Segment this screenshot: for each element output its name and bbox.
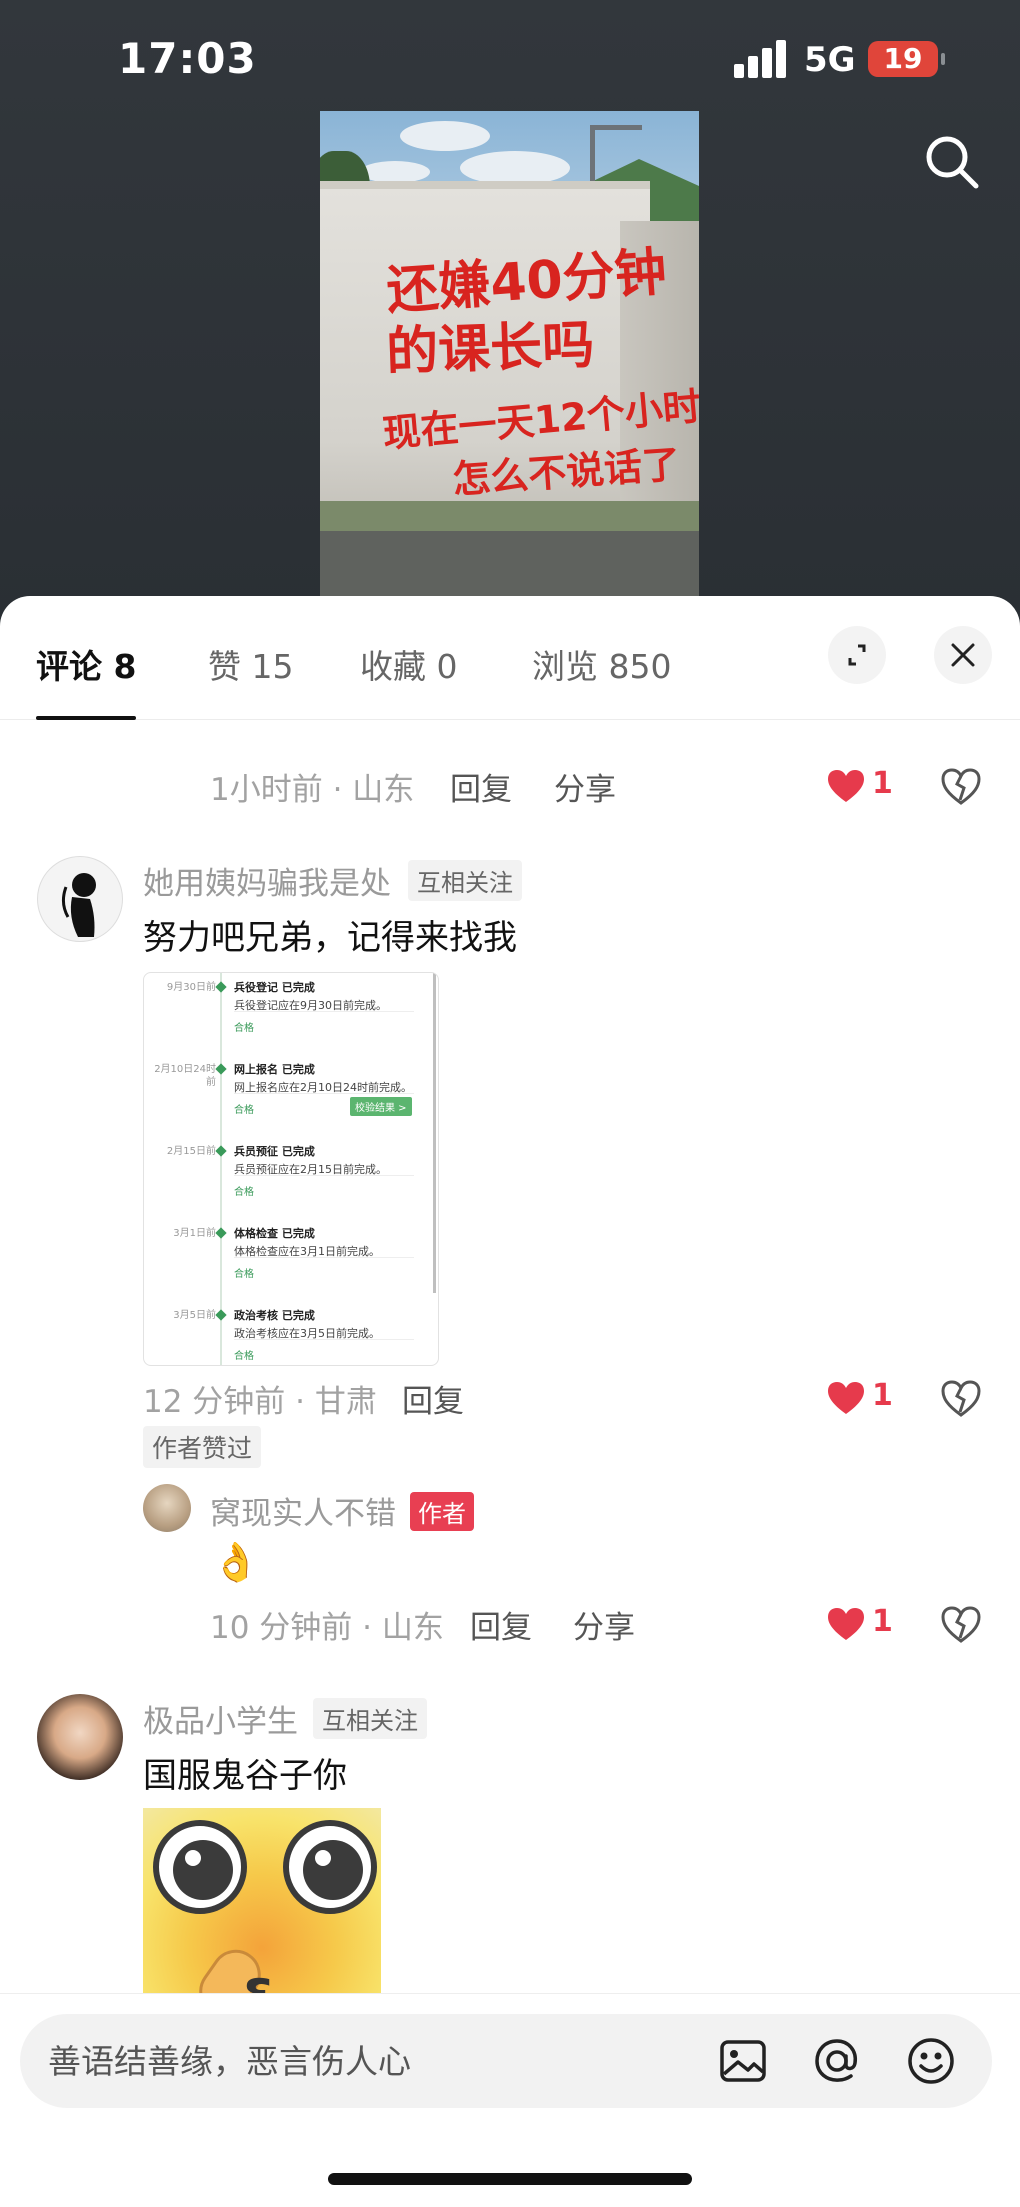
search-icon[interactable] [922, 132, 982, 192]
comment-sheet: 评论 8 赞 15 收藏 0 浏览 850 1小时前 · 山东 回复 分享 1 [0, 596, 1020, 2207]
avatar[interactable] [37, 856, 123, 942]
comment-input[interactable] [48, 2034, 688, 2088]
heart-icon[interactable] [826, 1380, 866, 1416]
reply-button[interactable]: 回复 [470, 1602, 532, 1647]
post-image[interactable]: 还嫌40分钟 的课长吗 现在一天12个小时 怎么不说话了 [320, 111, 699, 598]
heart-icon[interactable] [826, 1606, 866, 1642]
comment-input-container[interactable] [20, 2014, 992, 2108]
step-status: 合格 [234, 1023, 254, 1034]
step-title: 兵员预征 已完成 [234, 1145, 315, 1158]
broken-heart-icon[interactable] [940, 1604, 982, 1644]
like-count: 1 [872, 1604, 893, 1639]
image-icon[interactable] [716, 2034, 770, 2088]
reply-meta: 10 分钟前 · 山东 [210, 1610, 444, 1646]
reply-button[interactable]: 回复 [402, 1376, 464, 1421]
step-date: 2月15日前 [166, 1146, 216, 1157]
active-tab-indicator [36, 716, 136, 720]
verify-result-button: 校验结果 > [350, 1097, 412, 1116]
comment-meta: 1小时前 · 山东 [210, 772, 415, 808]
status-time: 17:03 [118, 34, 257, 83]
comment-text: 国服鬼谷子你 [143, 1756, 347, 1796]
poster-line-2: 的课长吗 [385, 315, 596, 383]
post-header-area: 17:03 5G 19 还嫌40分钟 的课长吗 现在一天12个小时 怎么不说话了 [0, 0, 1020, 620]
step-status: 合格 [234, 1269, 254, 1280]
like-count: 1 [872, 1378, 893, 1413]
step-status: 合格 [234, 1351, 254, 1362]
comment-username[interactable]: 她用姨妈骗我是处 [143, 858, 391, 903]
comment-image[interactable]: 9月30日前 兵役登记 已完成 兵役登记应在9月30日前完成。 合格 2月10日… [143, 972, 439, 1366]
step-title: 体格检查 已完成 [234, 1227, 315, 1240]
at-icon[interactable] [810, 2034, 864, 2088]
mutual-follow-tag: 互相关注 [408, 860, 522, 901]
close-icon [951, 643, 975, 667]
battery-icon: 19 [868, 41, 945, 77]
tab-comments[interactable]: 评论 8 [36, 640, 136, 688]
tab-bar: 评论 8 赞 15 收藏 0 浏览 850 [0, 596, 1020, 720]
expand-button[interactable] [828, 626, 886, 684]
close-button[interactable] [934, 626, 992, 684]
tab-favorites[interactable]: 收藏 0 [360, 640, 458, 688]
step-title: 兵役登记 已完成 [234, 981, 315, 994]
author-tag: 作者 [410, 1492, 474, 1531]
expand-icon [848, 644, 866, 666]
like-count: 1 [872, 766, 893, 801]
emoji-icon[interactable] [904, 2034, 958, 2088]
home-indicator[interactable] [328, 2173, 692, 2185]
heart-icon[interactable] [826, 768, 866, 804]
reply-text: 👌 [212, 1540, 260, 1584]
comment-username[interactable]: 极品小学生 [143, 1696, 298, 1741]
sticker-image[interactable]: ε [143, 1808, 381, 2008]
broken-heart-icon[interactable] [940, 1378, 982, 1418]
broken-heart-icon[interactable] [940, 766, 982, 806]
share-button[interactable]: 分享 [554, 764, 616, 809]
author-liked-badge: 作者赞过 [143, 1426, 262, 1468]
tab-likes[interactable]: 赞 15 [208, 640, 293, 688]
signal-icon [734, 40, 788, 78]
reply-button[interactable]: 回复 [450, 764, 512, 809]
step-date: 3月5日前 [173, 1310, 216, 1321]
step-date: 9月30日前 [166, 982, 216, 993]
comment-text: 努力吧兄弟，记得来找我 [143, 918, 517, 958]
step-title: 网上报名 已完成 [234, 1063, 315, 1076]
avatar[interactable] [37, 1694, 123, 1780]
network-type: 5G [804, 40, 856, 80]
comment-meta: 12 分钟前 · 甘肃 [143, 1384, 377, 1420]
mutual-follow-tag: 互相关注 [313, 1698, 427, 1739]
reply-username[interactable]: 窝现实人不错 [210, 1488, 396, 1533]
step-date: 2月10日24时前 [154, 1064, 216, 1088]
step-title: 政治考核 已完成 [234, 1309, 315, 1322]
share-button[interactable]: 分享 [573, 1602, 635, 1647]
tab-views[interactable]: 浏览 850 [532, 640, 671, 688]
step-status: 合格 [234, 1105, 254, 1116]
step-date: 3月1日前 [173, 1228, 216, 1239]
status-bar: 17:03 5G 19 [0, 0, 1020, 120]
step-status: 合格 [234, 1187, 254, 1198]
reply-avatar[interactable] [143, 1484, 191, 1532]
